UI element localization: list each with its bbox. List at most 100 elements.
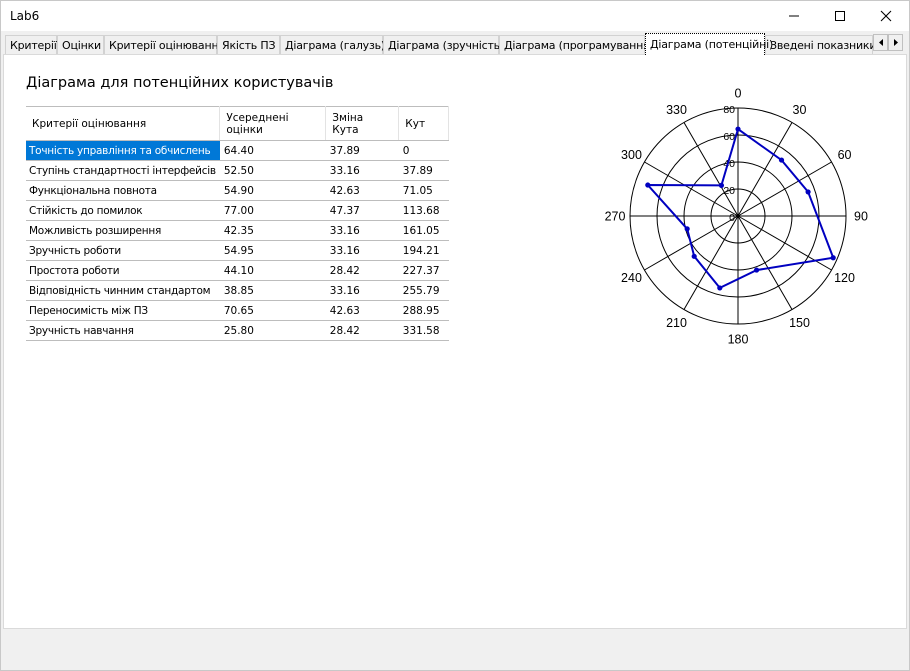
angle-tick-label: 270	[605, 210, 626, 224]
tab-otsinky[interactable]: Оцінки	[57, 35, 104, 54]
table-row[interactable]: Простота роботи 44.10 28.42 227.37	[26, 260, 449, 281]
radial-tick-label: 80	[723, 104, 735, 116]
angle-tick-label: 90	[854, 210, 868, 224]
maximize-button[interactable]	[817, 1, 863, 31]
cell-angle[interactable]: 331.58	[398, 320, 449, 341]
page-title: Діаграма для потенційних користувачів	[26, 75, 334, 91]
column-header-angle[interactable]: Кут	[398, 106, 449, 141]
cell-avg-score[interactable]: 54.90	[219, 180, 326, 201]
cell-criterion[interactable]: Функціональна повнота	[26, 180, 220, 201]
cell-criterion[interactable]: Відповідність чинним стандартом	[26, 280, 220, 301]
data-point	[691, 253, 697, 259]
angle-tick-label: 30	[793, 103, 807, 117]
table-row[interactable]: Зручність навчання 25.80 28.42 331.58	[26, 320, 449, 341]
cell-criterion[interactable]: Ступінь стандартності інтерфейсів	[26, 160, 220, 181]
tab-diagrama-prohramuvannia[interactable]: Діаграма (програмування)	[499, 35, 654, 54]
radial-tick-label: 20	[723, 185, 735, 197]
tab-kryterii-otsiniuvannia[interactable]: Критерії оцінювання	[104, 35, 225, 54]
cell-avg-score[interactable]: 25.80	[219, 320, 326, 341]
data-point	[830, 255, 836, 261]
cell-angle[interactable]: 71.05	[398, 180, 449, 201]
cell-angle-change[interactable]: 33.16	[325, 160, 399, 181]
cell-angle-change[interactable]: 33.16	[325, 280, 399, 301]
data-point	[717, 285, 723, 291]
angle-tick-label: 0	[735, 87, 742, 101]
cell-criterion[interactable]: Зручність роботи	[26, 240, 220, 261]
tab-scroll-right-button[interactable]	[888, 34, 903, 51]
column-header-angle-change[interactable]: Зміна Кута	[325, 106, 400, 141]
tab-strip: Критерії Оцінки Критерії оцінювання Якіс…	[3, 33, 907, 55]
table-row[interactable]: Функціональна повнота 54.90 42.63 71.05	[26, 180, 449, 201]
cell-angle-change[interactable]: 28.42	[325, 260, 399, 281]
data-point	[805, 189, 811, 195]
grid-spoke	[737, 122, 793, 217]
cell-criterion[interactable]: Можливість розширення	[26, 220, 220, 241]
tab-diagrama-haluz[interactable]: Діаграма (галузь)	[280, 35, 385, 54]
cell-avg-score[interactable]: 64.40	[219, 140, 326, 161]
table-row[interactable]: Відповідність чинним стандартом 38.85 33.1…	[26, 280, 449, 301]
cell-avg-score[interactable]: 38.85	[219, 280, 326, 301]
cell-angle[interactable]: 255.79	[398, 280, 449, 301]
tab-diagrama-potentsiini[interactable]: Діаграма (потенційні)	[645, 33, 773, 55]
cell-angle[interactable]: 227.37	[398, 260, 449, 281]
cell-angle-change[interactable]: 47.37	[325, 200, 399, 221]
cell-criterion[interactable]: Переносимість між ПЗ	[26, 300, 220, 321]
cell-angle[interactable]: 113.68	[398, 200, 449, 221]
tab-page-potentsiini: Діаграма для потенційних користувачів Кр…	[3, 54, 907, 629]
cell-avg-score[interactable]: 52.50	[219, 160, 326, 181]
table-row[interactable]: Зручність роботи 54.95 33.16 194.21	[26, 240, 449, 261]
table-row[interactable]: Точність управління та обчислень 64.40 37.…	[26, 140, 449, 161]
cell-avg-score[interactable]: 54.95	[219, 240, 326, 261]
cell-angle-change[interactable]: 42.63	[325, 300, 399, 321]
cell-avg-score[interactable]: 42.35	[219, 220, 326, 241]
cell-angle-change[interactable]: 37.89	[325, 140, 399, 161]
minimize-button[interactable]	[771, 1, 817, 31]
cell-angle-change[interactable]: 33.16	[325, 240, 399, 261]
criteria-table: Критерії оцінювання Усереднені оцінки Зм…	[26, 106, 449, 341]
tab-diagrama-zruchnist[interactable]: Діаграма (зручність)	[383, 35, 504, 54]
maximize-icon	[835, 11, 845, 21]
column-header-criteria[interactable]: Критерії оцінювання	[26, 106, 221, 141]
cell-criterion[interactable]: Стійкість до помилок	[26, 200, 220, 221]
grid-spoke	[737, 215, 793, 310]
radial-tick-label: 60	[723, 131, 735, 143]
angle-tick-label: 240	[621, 271, 642, 285]
tab-scroll-left-button[interactable]	[873, 34, 888, 51]
table-row[interactable]: Стійкість до помилок 77.00 47.37 113.68	[26, 200, 449, 221]
app-window: Lab6 Критерії Оцінки Критерії оцінювання…	[0, 0, 910, 671]
cell-angle[interactable]: 194.21	[398, 240, 449, 261]
angle-tick-label: 330	[666, 103, 687, 117]
chevron-left-icon	[878, 39, 883, 46]
cell-angle-change[interactable]: 28.42	[325, 320, 399, 341]
tab-kryterii[interactable]: Критерії	[5, 35, 57, 54]
cell-angle[interactable]: 37.89	[398, 160, 449, 181]
tab-zvedeni-pokaznyky[interactable]: Зведені показники	[765, 35, 877, 54]
cell-criterion[interactable]: Точність управління та обчислень	[26, 140, 220, 161]
cell-criterion[interactable]: Зручність навчання	[26, 320, 220, 341]
cell-criterion[interactable]: Простота роботи	[26, 260, 220, 281]
chevron-right-icon	[893, 39, 898, 46]
table-row[interactable]: Ступінь стандартності інтерфейсів 52.50 33…	[26, 160, 449, 181]
cell-avg-score[interactable]: 44.10	[219, 260, 326, 281]
minimize-icon	[789, 15, 799, 17]
data-point	[778, 157, 785, 163]
table-row[interactable]: Переносимість між ПЗ 70.65 42.63 288.95	[26, 300, 449, 321]
grid-spoke	[737, 215, 832, 271]
tab-yakist-pz[interactable]: Якість ПЗ	[217, 35, 280, 54]
cell-avg-score[interactable]: 77.00	[219, 200, 326, 221]
data-point	[718, 182, 725, 188]
cell-angle[interactable]: 0	[398, 140, 449, 161]
table-row[interactable]: Можливість розширення 42.35 33.16 161.05	[26, 220, 449, 241]
column-header-avg-score[interactable]: Усереднені оцінки	[219, 106, 327, 141]
cell-avg-score[interactable]: 70.65	[219, 300, 326, 321]
cell-angle[interactable]: 161.05	[398, 220, 449, 241]
cell-angle[interactable]: 288.95	[398, 300, 449, 321]
cell-angle-change[interactable]: 42.63	[325, 180, 399, 201]
cell-angle-change[interactable]: 33.16	[325, 220, 399, 241]
angle-tick-label: 150	[789, 316, 810, 330]
close-button[interactable]	[863, 1, 909, 31]
angle-tick-label: 120	[834, 271, 855, 285]
series-line	[645, 127, 835, 290]
angle-tick-label: 60	[838, 148, 852, 162]
title-bar: Lab6	[1, 1, 909, 31]
